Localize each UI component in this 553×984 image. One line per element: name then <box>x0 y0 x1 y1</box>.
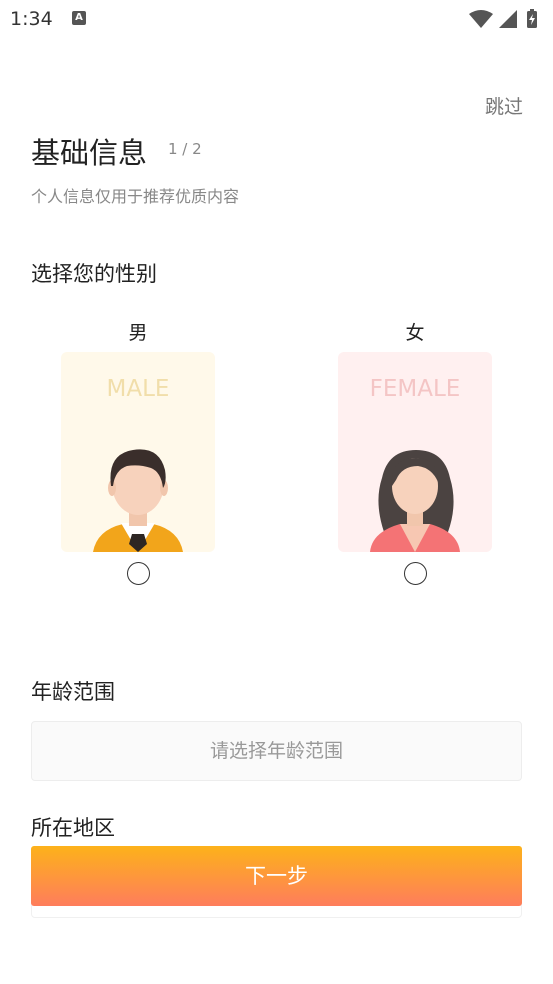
gender-option-female: 女 FEMALE <box>338 318 492 585</box>
page-title: 基础信息 <box>31 136 148 170</box>
female-radio[interactable] <box>403 562 427 585</box>
age-section-label: 年龄范围 <box>31 680 115 704</box>
status-icons <box>469 9 537 28</box>
battery-icon <box>527 9 537 28</box>
page-subtitle: 个人信息仅用于推荐优质内容 <box>31 187 240 206</box>
gender-name-female: 女 <box>405 322 425 344</box>
wifi-icon <box>469 10 493 28</box>
step-indicator: 1 / 2 <box>168 140 202 158</box>
male-card-caption: MALE <box>106 376 170 402</box>
male-card[interactable]: MALE <box>61 352 215 552</box>
signal-icon <box>499 10 517 28</box>
female-card[interactable]: FEMALE <box>338 352 492 552</box>
region-section-label: 所在地区 <box>31 816 115 840</box>
gender-section-label: 选择您的性别 <box>31 262 157 286</box>
gender-option-male: 男 MALE <box>61 318 215 585</box>
male-radio[interactable] <box>126 562 150 585</box>
gender-name-male: 男 <box>128 322 148 344</box>
status-time: 1:34 <box>10 8 53 30</box>
female-avatar-icon <box>370 450 460 552</box>
status-bar: 1:34 A <box>0 0 553 38</box>
notification-a-icon: A <box>72 11 86 25</box>
next-button[interactable]: 下一步 <box>31 846 522 906</box>
skip-button[interactable]: 跳过 <box>485 92 523 119</box>
age-range-select[interactable]: 请选择年龄范围 <box>31 721 522 781</box>
male-avatar-icon <box>93 449 183 552</box>
female-card-caption: FEMALE <box>369 376 461 402</box>
